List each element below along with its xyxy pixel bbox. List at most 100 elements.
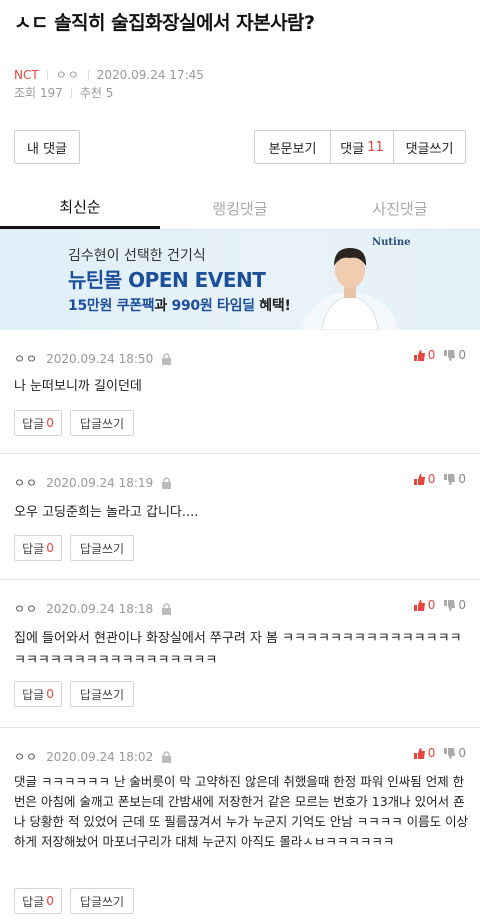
banner-benefit: 혜택!	[254, 298, 291, 314]
comment-votes: 0 0	[405, 348, 466, 362]
post-meta: NCT ㅇㅇ 2020.09.24 17:45	[14, 66, 204, 83]
comments-count: 11	[367, 139, 384, 155]
downvote-count: 0	[458, 746, 466, 760]
write-reply-button[interactable]: 답글쓰기	[70, 681, 134, 707]
reply-count: 0	[46, 687, 54, 701]
thumbs-down-icon	[444, 747, 456, 759]
post-stats: 조회 197 추천 5	[14, 84, 113, 101]
thumbs-down-icon	[444, 473, 456, 485]
reply-count-button[interactable]: 답글 0	[14, 410, 62, 436]
reply-count: 0	[46, 894, 54, 908]
banner-model-image	[302, 248, 398, 330]
write-reply-button[interactable]: 답글쓰기	[70, 410, 134, 436]
comment-author: ㅇㅇ	[14, 352, 39, 366]
banner-line1: 김수현이 선택한 건기식	[68, 248, 206, 264]
reply-label: 답글	[22, 416, 45, 431]
downvote-button[interactable]: 0	[443, 348, 466, 362]
upvote-count: 0	[427, 348, 436, 362]
comment-votes: 0 0	[405, 746, 466, 760]
comment-date: 2020.09.24 18:02	[46, 749, 154, 764]
divider	[46, 69, 48, 80]
downvote-button[interactable]: 0	[443, 598, 466, 612]
thumbs-up-icon	[413, 473, 425, 485]
my-comments-button[interactable]: 내 댓글	[14, 130, 80, 164]
downvote-count: 0	[458, 598, 466, 612]
comments-label: 댓글	[340, 141, 365, 157]
lock-icon	[162, 602, 172, 615]
comment-toolbar: 본문보기 댓글 11 댓글쓰기	[254, 130, 466, 164]
reply-label: 답글	[22, 541, 45, 556]
banner-brand-logo: Nutine	[372, 237, 411, 248]
post-date: 2020.09.24 17:45	[96, 67, 204, 82]
write-comment-button[interactable]: 댓글쓰기	[393, 131, 465, 163]
lock-icon	[162, 750, 172, 763]
banner-line2: 뉴틴몰 OPEN EVENT	[68, 268, 266, 292]
banner-timedeal: 990원 타임딜	[171, 298, 256, 314]
comment-date: 2020.09.24 18:19	[46, 475, 154, 490]
view-post-button[interactable]: 본문보기	[255, 131, 330, 163]
comment-header: ㅇㅇ 2020.09.24 18:19	[14, 474, 172, 491]
reply-label: 답글	[22, 894, 45, 909]
comment-item: ㅇㅇ 2020.09.24 18:19 0 0 오우 고딩준희는 놀라고 갑니다…	[0, 454, 480, 580]
ad-banner[interactable]: 김수현이 선택한 건기식 뉴틴몰 OPEN EVENT 15만원 쿠폰팩과 99…	[0, 230, 480, 330]
thumbs-up-icon	[413, 747, 425, 759]
downvote-count: 0	[458, 472, 466, 486]
comment-date: 2020.09.24 18:18	[46, 601, 154, 616]
comment-author: ㅇㅇ	[14, 750, 39, 764]
tab-ranking[interactable]: 랭킹댓글	[160, 187, 320, 229]
upvote-button[interactable]: 0	[413, 472, 436, 486]
banner-coupon: 15만원 쿠폰팩	[68, 298, 155, 314]
upvote-count: 0	[427, 598, 436, 612]
write-reply-button[interactable]: 답글쓰기	[70, 888, 134, 914]
comment-author: ㅇㅇ	[14, 602, 39, 616]
comment-date: 2020.09.24 18:50	[46, 351, 154, 366]
reply-count-button[interactable]: 답글 0	[14, 681, 62, 707]
thumbs-down-icon	[444, 349, 456, 361]
post-likes: 추천 5	[79, 86, 114, 100]
write-reply-button[interactable]: 답글쓰기	[70, 535, 134, 561]
thumbs-down-icon	[444, 599, 456, 611]
comment-item: ㅇㅇ 2020.09.24 18:02 0 0 댓글 ㅋㅋㅋㅋㅋㅋ 난 술버릇이…	[0, 728, 480, 921]
post-title: ㅅㄷ 솔직히 술집화장실에서 자본사람?	[14, 12, 315, 34]
downvote-button[interactable]: 0	[443, 472, 466, 486]
thumbs-up-icon	[413, 599, 425, 611]
comment-author: ㅇㅇ	[14, 476, 39, 490]
tab-latest[interactable]: 최신순	[0, 187, 160, 229]
comments-count-button[interactable]: 댓글 11	[330, 131, 393, 163]
banner-line3: 15만원 쿠폰팩과 990원 타임딜 혜택!	[68, 295, 291, 315]
reply-count: 0	[46, 416, 54, 430]
upvote-button[interactable]: 0	[413, 598, 436, 612]
comment-votes: 0 0	[405, 472, 466, 486]
comment-actions: 답글 0 답글쓰기	[14, 681, 142, 707]
tab-photo[interactable]: 사진댓글	[320, 187, 480, 229]
reply-count-button[interactable]: 답글 0	[14, 535, 62, 561]
comment-sort-tabs: 최신순 랭킹댓글 사진댓글	[0, 187, 480, 230]
reply-count-button[interactable]: 답글 0	[14, 888, 62, 914]
comment-header: ㅇㅇ 2020.09.24 18:18	[14, 600, 172, 617]
divider	[87, 69, 89, 80]
upvote-button[interactable]: 0	[413, 348, 436, 362]
comment-item: ㅇㅇ 2020.09.24 18:50 0 0 나 눈떠보니까 길이던데 답글 0…	[0, 330, 480, 454]
post-author: ㅇㅇ	[55, 68, 80, 82]
board-category[interactable]: NCT	[14, 68, 39, 82]
thumbs-up-icon	[413, 349, 425, 361]
divider	[70, 87, 72, 98]
comment-actions: 답글 0 답글쓰기	[14, 535, 142, 561]
comment-actions: 답글 0 답글쓰기	[14, 410, 142, 436]
upvote-count: 0	[427, 472, 436, 486]
upvote-count: 0	[427, 746, 436, 760]
reply-label: 답글	[22, 687, 45, 702]
comment-votes: 0 0	[405, 598, 466, 612]
comment-item: ㅇㅇ 2020.09.24 18:18 0 0 집에 들어와서 현관이나 화장실…	[0, 580, 480, 728]
downvote-button[interactable]: 0	[443, 746, 466, 760]
lock-icon	[162, 476, 172, 489]
lock-icon	[162, 352, 172, 365]
comment-header: ㅇㅇ 2020.09.24 18:02	[14, 748, 172, 765]
comment-header: ㅇㅇ 2020.09.24 18:50	[14, 350, 172, 367]
comment-text: 오우 고딩준희는 놀라고 갑니다....	[14, 505, 199, 520]
downvote-count: 0	[458, 348, 466, 362]
post-views: 조회 197	[14, 86, 63, 100]
upvote-button[interactable]: 0	[413, 746, 436, 760]
comment-text: 집에 들어와서 현관이나 화장실에서 쭈구려 자 봄 ㅋㅋㅋㅋㅋㅋㅋㅋㅋㅋㅋㅋㅋ…	[14, 631, 462, 668]
reply-count: 0	[46, 541, 54, 555]
